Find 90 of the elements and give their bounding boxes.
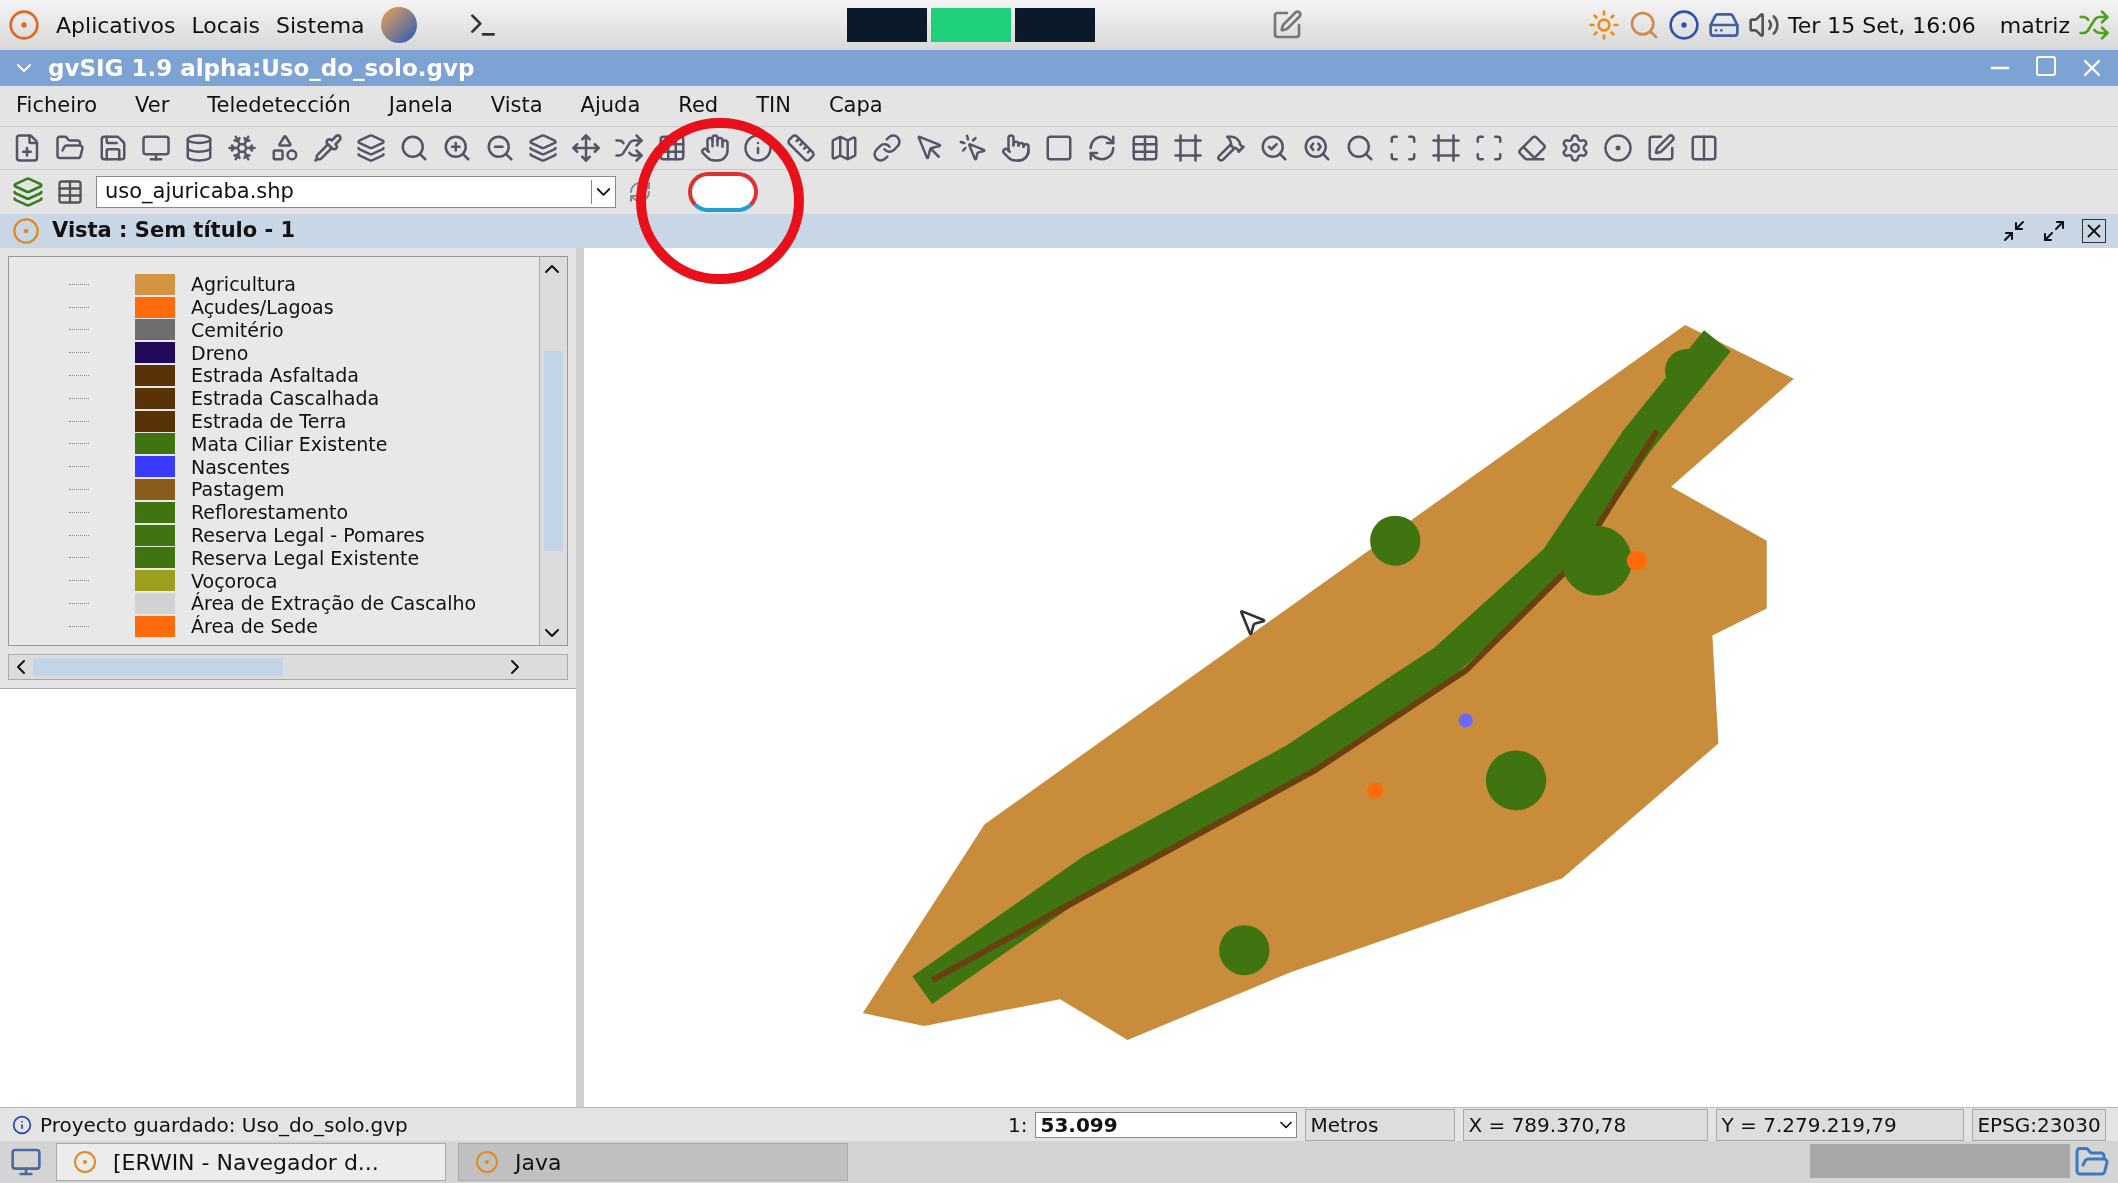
taskbar-item[interactable]: Java <box>458 1143 848 1181</box>
link-icon[interactable] <box>872 133 902 163</box>
grid-icon[interactable] <box>657 133 687 163</box>
view-icon <box>12 217 40 245</box>
circle-icon[interactable] <box>1603 133 1633 163</box>
hand-pointer-icon[interactable] <box>1001 133 1031 163</box>
monitor-icon[interactable] <box>141 133 171 163</box>
x-coordinate: X = 789.370,78 <box>1463 1108 1709 1141</box>
menu-item[interactable]: Red <box>678 90 719 122</box>
shuffle-icon[interactable] <box>614 133 644 163</box>
table-icon[interactable] <box>56 178 84 206</box>
scale-field[interactable]: 53.099 <box>1035 1111 1298 1138</box>
legend-label: Área de Extração de Cascalho <box>191 591 477 615</box>
hand-icon[interactable] <box>700 133 730 163</box>
legend-label: Pastagem <box>191 477 285 503</box>
legend-label: Área de Sede <box>191 614 319 640</box>
maximize-icon[interactable] <box>2042 219 2066 243</box>
logo-icon[interactable] <box>688 172 758 212</box>
zoom-out-icon[interactable] <box>485 133 515 163</box>
menu-item[interactable]: Teledetección <box>207 90 351 122</box>
eraser-icon[interactable] <box>1517 133 1547 163</box>
menu-item[interactable]: Ver <box>135 90 170 122</box>
minimize-icon[interactable] <box>2002 219 2026 243</box>
map-icon[interactable] <box>829 133 859 163</box>
menu-item[interactable]: Vista <box>490 90 543 122</box>
panel-menu[interactable]: Locais <box>191 8 260 42</box>
move-icon[interactable] <box>571 133 601 163</box>
legend-label: Reserva Legal Existente <box>191 546 420 571</box>
ruler-icon[interactable] <box>786 133 816 163</box>
menu-item[interactable]: Janela <box>388 90 453 122</box>
units-field: Metros <box>1305 1108 1456 1141</box>
scan-icon[interactable] <box>1474 133 1504 163</box>
scale-label: 1: <box>1008 1111 1028 1139</box>
search-icon[interactable] <box>1345 133 1375 163</box>
view-title: Vista : Sem título - 1 <box>52 217 296 245</box>
frame-icon[interactable] <box>1431 133 1461 163</box>
pipette-icon[interactable] <box>313 133 343 163</box>
layers-icon[interactable] <box>12 176 44 208</box>
status-message: Proyecto guardado: Uso_do_solo.gvp <box>40 1111 409 1139</box>
y-coordinate: Y = 7.279.219,79 <box>1716 1108 1965 1141</box>
search-code-icon[interactable] <box>1302 133 1332 163</box>
legend-label: Estrada Asfaltada <box>191 363 359 389</box>
frame-icon[interactable] <box>1173 133 1203 163</box>
info-icon <box>12 1114 32 1135</box>
app-icon <box>475 1150 499 1174</box>
horizontal-scrollbar[interactable] <box>8 654 568 680</box>
legend-label: Agricultura <box>191 272 296 298</box>
columns-icon[interactable] <box>1689 133 1719 163</box>
edit-icon[interactable] <box>1646 133 1676 163</box>
refresh-icon[interactable] <box>628 180 652 204</box>
workspace-switcher[interactable] <box>1810 1144 2070 1178</box>
legend-label: Açudes/Lagoas <box>191 295 334 320</box>
legend-label: Cemitério <box>191 318 284 343</box>
clock[interactable]: Ter 15 Set, 16:06 <box>1787 8 1976 42</box>
table-icon[interactable] <box>1130 133 1160 163</box>
database-icon[interactable] <box>184 133 214 163</box>
menu-item[interactable]: TIN <box>756 90 791 122</box>
user-name[interactable]: matriz <box>1999 8 2070 42</box>
legend-label: Dreno <box>191 340 249 366</box>
menu-item[interactable]: Capa <box>828 90 883 122</box>
snowflake-icon[interactable] <box>227 133 257 163</box>
menu-item[interactable]: Ajuda <box>580 90 641 122</box>
close-icon[interactable] <box>2082 219 2106 243</box>
layer-selector[interactable]: uso_ajuricaba.shp <box>96 176 616 208</box>
window-icon[interactable] <box>1044 133 1074 163</box>
taskbar-item[interactable]: [ERWIN - Navegador d... <box>56 1143 446 1181</box>
save-icon[interactable] <box>98 133 128 163</box>
shapes-icon[interactable] <box>270 133 300 163</box>
settings-icon[interactable] <box>1560 133 1590 163</box>
legend-label: Mata Ciliar Existente <box>191 431 388 457</box>
app-icon <box>73 1150 97 1174</box>
vertical-scrollbar[interactable] <box>539 257 567 645</box>
refresh-icon[interactable] <box>1087 133 1117 163</box>
pointer-click-icon[interactable] <box>958 133 988 163</box>
zoom-in-icon[interactable] <box>442 133 472 163</box>
menu-item[interactable]: Ficheiro <box>16 90 98 122</box>
info-icon[interactable] <box>743 133 773 163</box>
scan-icon[interactable] <box>1388 133 1418 163</box>
panel-menu[interactable]: Sistema <box>276 8 365 42</box>
search-check-icon[interactable] <box>1259 133 1289 163</box>
show-desktop-icon[interactable] <box>8 1146 44 1178</box>
legend-label: Nascentes <box>191 454 290 480</box>
hammer-icon[interactable] <box>1216 133 1246 163</box>
window-title: gvSIG 1.9 alpha:Uso_do_solo.gvp <box>48 53 475 83</box>
legend-label: Voçoroca <box>191 569 278 593</box>
search-icon[interactable] <box>399 133 429 163</box>
stack-icon[interactable] <box>528 133 558 163</box>
panel-menu[interactable]: Aplicativos <box>56 8 176 42</box>
layers-icon[interactable] <box>356 133 386 163</box>
crs-field: EPSG:23030 <box>1972 1108 2106 1141</box>
